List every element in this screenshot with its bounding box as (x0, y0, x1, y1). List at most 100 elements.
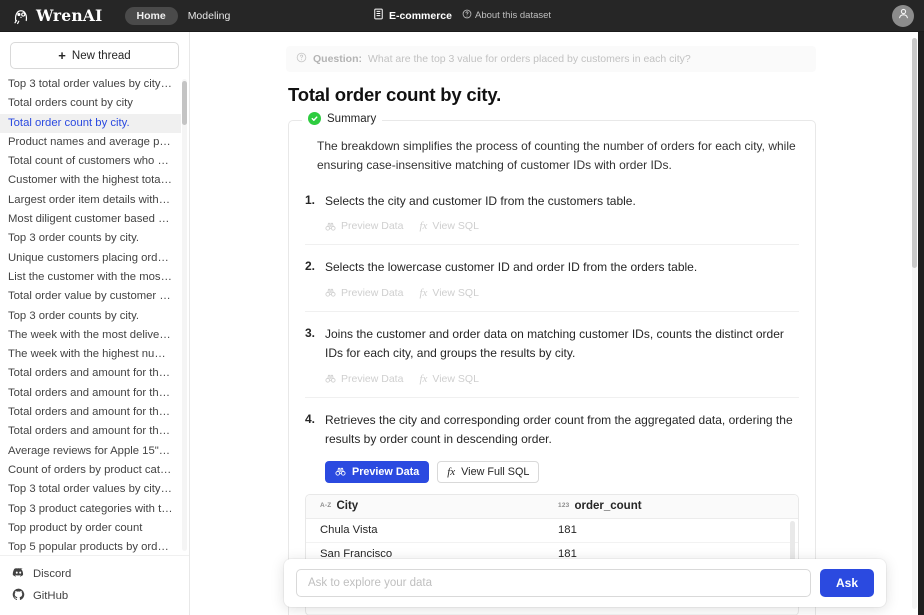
step-body: Selects the city and customer ID from th… (325, 192, 799, 232)
brand-logo-area[interactable]: WrenAI (12, 6, 103, 25)
view-sql-link[interactable]: fxView SQL (419, 220, 478, 232)
sidebar-thread-item[interactable]: Top product by order count (0, 519, 181, 538)
nav-item-home[interactable]: Home (125, 7, 178, 25)
about-dataset-link[interactable]: About this dataset (462, 9, 551, 22)
main-content-area: Question: What are the top 3 value for o… (190, 32, 924, 615)
preview-data-link[interactable]: Preview Data (325, 287, 403, 299)
dataset-name-wrap[interactable]: E-commerce (373, 8, 452, 23)
view-full-sql-button[interactable]: fxView Full SQL (437, 461, 539, 483)
binoculars-icon (335, 466, 346, 477)
column-header-city[interactable]: A-Z City (320, 500, 558, 512)
sidebar-thread-item[interactable]: Top 3 product categories with the … (0, 500, 181, 519)
table-cell-order-count: 181 (558, 524, 577, 536)
sidebar-thread-item[interactable]: Count of orders by product categ… (0, 461, 181, 480)
nav-item-modeling[interactable]: Modeling (178, 7, 241, 25)
user-avatar-button[interactable] (892, 5, 914, 27)
ask-input[interactable] (296, 569, 811, 597)
ask-button[interactable]: Ask (820, 569, 874, 597)
sidebar-thread-item[interactable]: Total orders and amount for the m… (0, 384, 181, 403)
sidebar-thread-item[interactable]: Most diligent customer based on t… (0, 210, 181, 229)
view-sql-label: View SQL (432, 287, 479, 299)
preview-data-link[interactable]: Preview Data (325, 373, 403, 385)
table-cell-city: Chula Vista (320, 524, 558, 536)
thread-list-scroll-area: Top 3 total order values by city an…Tota… (0, 75, 189, 555)
sidebar-thread-item[interactable]: The week with the most delivered … (0, 326, 181, 345)
sidebar-thread-item[interactable]: Top 3 order counts by city. (0, 307, 181, 326)
summary-legend-label: Summary (327, 113, 376, 125)
sidebar-thread-item[interactable]: Top 3 total order values by city an… (0, 75, 181, 94)
ask-bar: Ask (284, 559, 886, 607)
step-item: 1.Selects the city and customer ID from … (305, 192, 799, 232)
preview-data-label: Preview Data (352, 466, 419, 478)
discord-icon (12, 566, 25, 582)
step-number: 4. (305, 411, 318, 483)
sidebar-scrollbar-thumb[interactable] (182, 81, 187, 125)
sidebar-thread-item[interactable]: Top 3 order counts by city. (0, 229, 181, 248)
sidebar-link-discord[interactable]: Discord (0, 563, 189, 585)
step-number: 3. (305, 325, 318, 385)
user-avatar-icon (897, 7, 910, 25)
step-number: 1. (305, 192, 318, 232)
top-navigation-bar: WrenAI Home Modeling E-commerce (0, 0, 924, 32)
sidebar-footer: Discord GitHub (0, 555, 189, 615)
app-root: WrenAI Home Modeling E-commerce (0, 0, 924, 615)
view-sql-link[interactable]: fx View SQL (419, 373, 478, 385)
sidebar-thread-item[interactable]: Average reviews for Apple 15" Ma… (0, 442, 181, 461)
step-description: Retrieves the city and corresponding ord… (325, 411, 799, 450)
preview-data-button[interactable]: Preview Data (325, 461, 429, 483)
view-sql-link[interactable]: fx View SQL (419, 287, 478, 299)
sidebar-thread-item[interactable]: Total orders and amount for the pr… (0, 403, 181, 422)
sidebar-thread-item[interactable]: Total order value by customer in e… (0, 287, 181, 306)
plus-icon: + (58, 49, 66, 62)
dataset-name-label: E-commerce (389, 10, 452, 22)
sidebar-thread-item[interactable]: Top 3 total order values by city an… (0, 480, 181, 499)
window-right-edge (918, 32, 924, 615)
sidebar-thread-item[interactable]: Top 5 popular products by order c… (0, 538, 181, 555)
sidebar-link-github[interactable]: GitHub (0, 585, 189, 607)
sidebar: + New thread Top 3 total order values by… (0, 32, 190, 615)
sidebar-thread-item[interactable]: Largest order item details with rev… (0, 191, 181, 210)
preview-data-label: Preview Data (341, 220, 403, 232)
fx-icon: fx (447, 466, 455, 478)
number-type-icon: 123 (558, 503, 569, 510)
sidebar-thread-item[interactable]: Customer with the highest total p… (0, 171, 181, 190)
fx-icon: fx (419, 373, 427, 385)
thread-content: Question: What are the top 3 value for o… (286, 46, 816, 615)
sidebar-scrollbar[interactable] (182, 79, 187, 551)
sidebar-thread-item[interactable]: Product names and average price… (0, 133, 181, 152)
sidebar-thread-item[interactable]: Total count of customers who hav… (0, 152, 181, 171)
column-header-order-count-label: order_count (574, 500, 641, 512)
fx-icon: fx (419, 220, 427, 232)
step-description: Selects the lowercase customer ID and or… (325, 258, 799, 277)
question-label: Question: (313, 53, 362, 65)
text-type-icon: A-Z (320, 503, 331, 510)
thread-list: Top 3 total order values by city an…Tota… (0, 75, 181, 555)
sidebar-thread-item[interactable]: Total orders and amount for the w… (0, 422, 181, 441)
main-scrollbar-thumb[interactable] (912, 38, 917, 268)
sidebar-thread-item[interactable]: Total orders count by city (0, 94, 181, 113)
summary-card: Summary The breakdown simplifies the pro… (288, 120, 816, 615)
database-book-icon (373, 8, 384, 23)
preview-data-link[interactable]: Preview Data (325, 220, 403, 232)
view-sql-label: View SQL (432, 373, 479, 385)
summary-legend: Summary (302, 112, 382, 125)
main-inner: Question: What are the top 3 value for o… (190, 32, 924, 615)
sidebar-thread-item[interactable]: Unique customers placing orders … (0, 249, 181, 268)
question-circle-icon (296, 52, 307, 66)
app-body: + New thread Top 3 total order values by… (0, 32, 924, 615)
fx-icon: fx (419, 287, 427, 299)
wren-owl-logo-icon (12, 7, 30, 25)
summary-text: The breakdown simplifies the process of … (317, 137, 799, 176)
steps-container: 1.Selects the city and customer ID from … (305, 192, 799, 483)
sidebar-thread-item[interactable]: List the customer with the most or… (0, 268, 181, 287)
column-header-order-count[interactable]: 123 order_count (558, 500, 642, 512)
main-scrollbar[interactable] (912, 38, 917, 609)
sidebar-thread-item[interactable]: The week with the highest numbe… (0, 345, 181, 364)
new-thread-button[interactable]: + New thread (10, 42, 179, 69)
sidebar-thread-item[interactable]: Total orders and amount for the m… (0, 364, 181, 383)
sidebar-thread-item[interactable]: Total order count by city. (0, 114, 181, 133)
step-item: 2.Selects the lowercase customer ID and … (305, 258, 799, 298)
step-body: Selects the lowercase customer ID and or… (325, 258, 799, 298)
step-action-links: Preview Data fx View SQL (325, 287, 799, 299)
step-body: Joins the customer and order data on mat… (325, 325, 799, 385)
